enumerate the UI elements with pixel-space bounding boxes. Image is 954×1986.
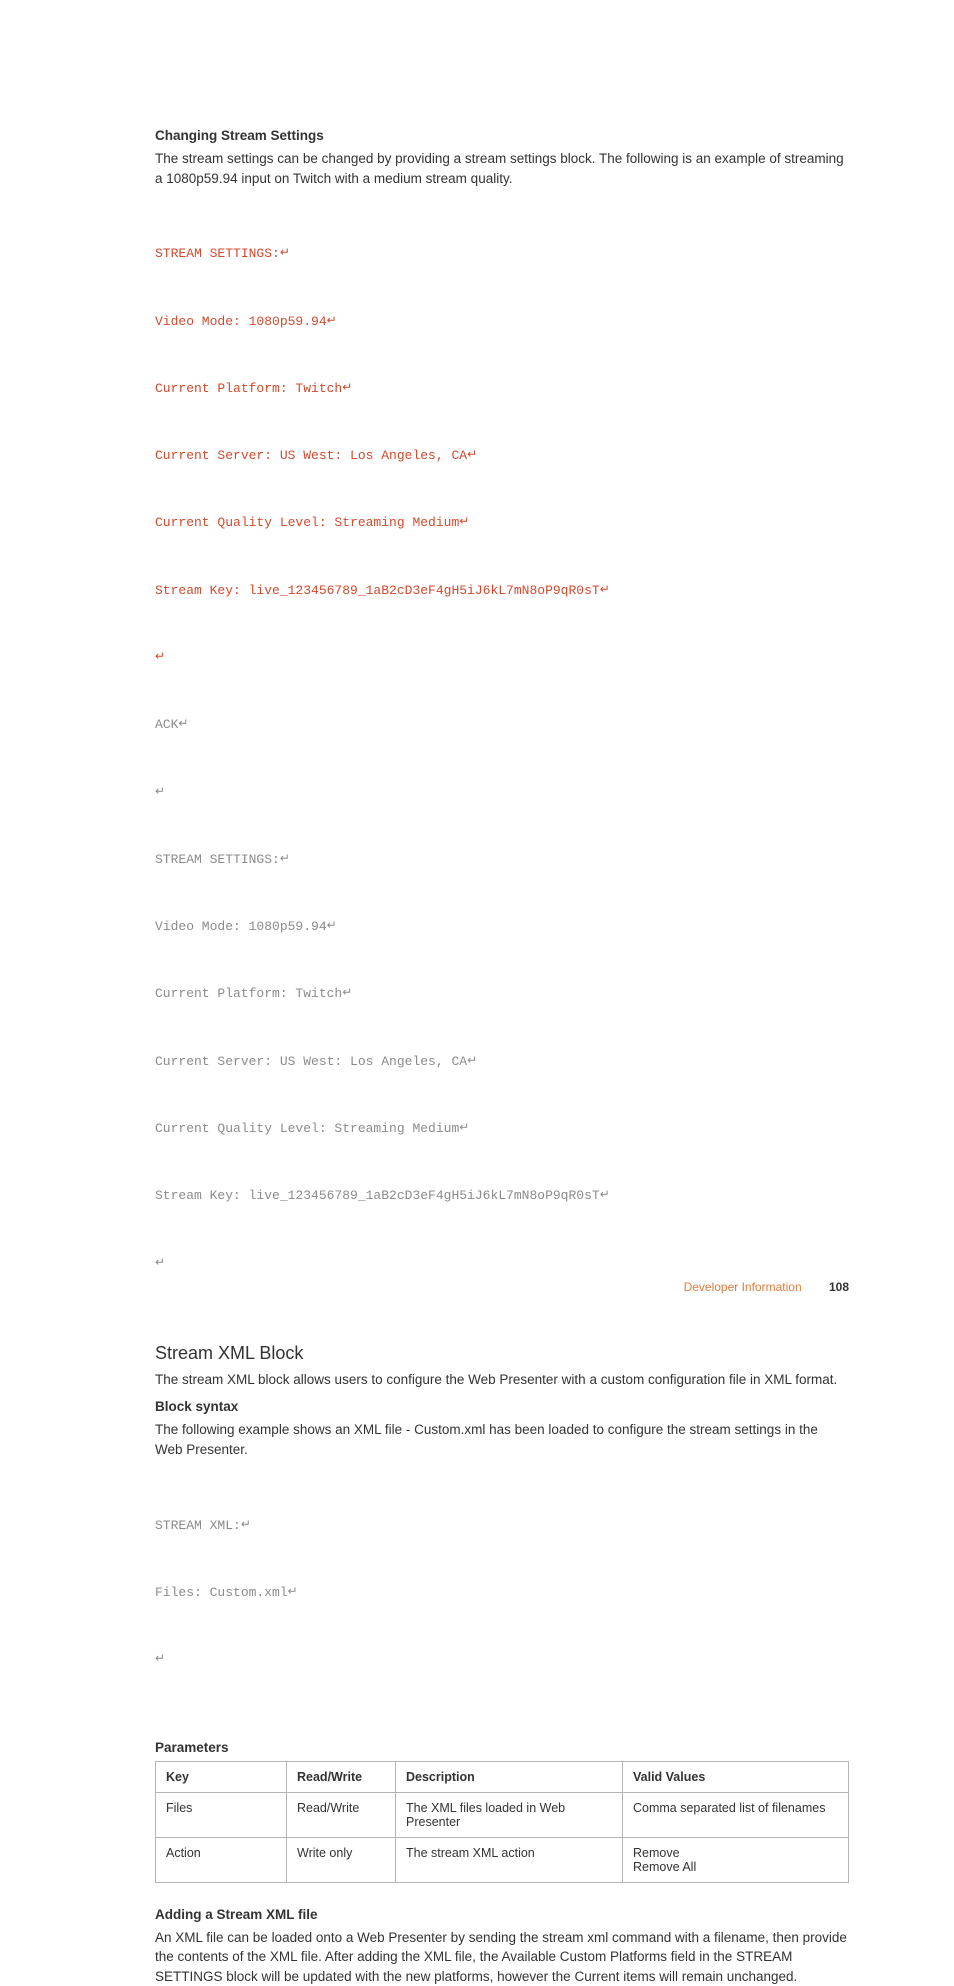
code-text: Video Mode: 1080p59.94 xyxy=(155,314,327,329)
return-icon: ↵ xyxy=(327,313,337,327)
table-header: Valid Values xyxy=(623,1761,849,1792)
table-cell: Comma separated list of filenames xyxy=(623,1792,849,1837)
return-icon: ↵ xyxy=(342,380,352,394)
return-icon: ↵ xyxy=(342,985,352,999)
footer-label: Developer Information xyxy=(684,1280,802,1294)
code-text: Video Mode: 1080p59.94 xyxy=(155,919,327,934)
table-header: Read/Write xyxy=(287,1761,396,1792)
code-text: STREAM SETTINGS: xyxy=(155,246,280,261)
table-cell: Remove Remove All xyxy=(623,1837,849,1882)
table-header-row: Key Read/Write Description Valid Values xyxy=(156,1761,849,1792)
code-text: Current Server: US West: Los Angeles, CA xyxy=(155,1054,467,1069)
table-cell: The XML files loaded in Web Presenter xyxy=(396,1792,623,1837)
table-cell: Write only xyxy=(287,1837,396,1882)
return-icon: ↵ xyxy=(280,851,290,865)
return-icon: ↵ xyxy=(288,1584,298,1598)
footer-page-number: 108 xyxy=(829,1280,849,1294)
return-icon: ↵ xyxy=(155,784,165,798)
table-cell: Read/Write xyxy=(287,1792,396,1837)
return-icon: ↵ xyxy=(178,716,188,730)
return-icon: ↵ xyxy=(155,649,165,663)
table-cell: The stream XML action xyxy=(396,1837,623,1882)
paragraph-adding-stream-xml: An XML file can be loaded onto a Web Pre… xyxy=(155,1928,849,1986)
heading-adding-stream-xml: Adding a Stream XML file xyxy=(155,1907,849,1922)
return-icon: ↵ xyxy=(241,1517,251,1531)
code-text: STREAM SETTINGS: xyxy=(155,852,280,867)
heading-block-syntax: Block syntax xyxy=(155,1399,849,1414)
return-icon: ↵ xyxy=(155,1255,165,1269)
code-text: Files: Custom.xml xyxy=(155,1585,288,1600)
paragraph-changing-stream-settings: The stream settings can be changed by pr… xyxy=(155,149,849,188)
page-footer: Developer Information 108 xyxy=(684,1280,849,1294)
return-icon: ↵ xyxy=(155,1651,165,1665)
code-text: Current Quality Level: Streaming Medium xyxy=(155,515,459,530)
heading-parameters: Parameters xyxy=(155,1740,849,1755)
parameters-table: Key Read/Write Description Valid Values … xyxy=(155,1761,849,1883)
table-header: Key xyxy=(156,1761,287,1792)
code-text: ACK xyxy=(155,717,178,732)
heading-stream-xml-block: Stream XML Block xyxy=(155,1343,849,1364)
code-text: Current Platform: Twitch xyxy=(155,381,342,396)
heading-changing-stream-settings: Changing Stream Settings xyxy=(155,128,849,143)
code-block-stream-xml: STREAM XML:↵ Files: Custom.xml↵ ↵ xyxy=(155,1470,849,1716)
paragraph-block-syntax: The following example shows an XML file … xyxy=(155,1420,849,1459)
return-icon: ↵ xyxy=(327,918,337,932)
return-icon: ↵ xyxy=(459,1120,469,1134)
table-row: Files Read/Write The XML files loaded in… xyxy=(156,1792,849,1837)
code-text: STREAM XML: xyxy=(155,1518,241,1533)
paragraph-stream-xml-intro: The stream XML block allows users to con… xyxy=(155,1370,849,1390)
return-icon: ↵ xyxy=(459,514,469,528)
code-text: Stream Key: live_123456789_1aB2cD3eF4gH5… xyxy=(155,583,600,598)
code-block-stream-settings: STREAM SETTINGS:↵ Video Mode: 1080p59.94… xyxy=(155,198,849,1319)
return-icon: ↵ xyxy=(280,245,290,259)
return-icon: ↵ xyxy=(467,447,477,461)
table-header: Description xyxy=(396,1761,623,1792)
code-text: Current Server: US West: Los Angeles, CA xyxy=(155,448,467,463)
table-cell: Action xyxy=(156,1837,287,1882)
return-icon: ↵ xyxy=(600,1187,610,1201)
table-row: Action Write only The stream XML action … xyxy=(156,1837,849,1882)
table-cell: Files xyxy=(156,1792,287,1837)
code-text: Current Quality Level: Streaming Medium xyxy=(155,1121,459,1136)
return-icon: ↵ xyxy=(600,582,610,596)
return-icon: ↵ xyxy=(467,1053,477,1067)
code-text: Current Platform: Twitch xyxy=(155,986,342,1001)
code-text: Stream Key: live_123456789_1aB2cD3eF4gH5… xyxy=(155,1188,600,1203)
